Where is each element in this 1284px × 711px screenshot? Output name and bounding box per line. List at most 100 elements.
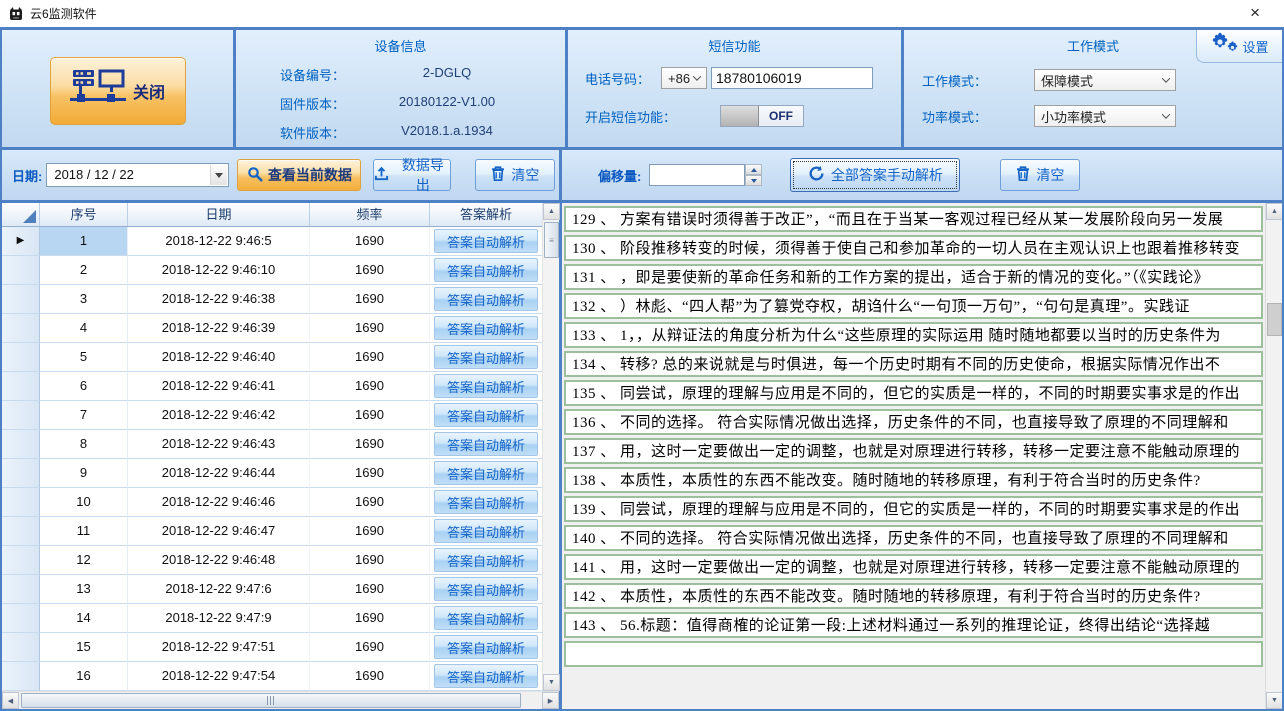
title-bar[interactable]: 云6监测软件 × <box>0 0 1284 27</box>
row-selector[interactable] <box>2 488 40 517</box>
work-mode-select[interactable]: 保障模式 <box>1034 69 1176 91</box>
cell-seq[interactable]: 9 <box>40 459 128 488</box>
country-code-select[interactable]: +86 <box>661 67 707 89</box>
cell-date[interactable]: 2018-12-22 9:47:51 <box>128 633 310 662</box>
scrollbar-thumb[interactable]: ≡ <box>544 222 559 258</box>
cell-seq[interactable]: 13 <box>40 575 128 604</box>
scrollbar-thumb[interactable] <box>1267 303 1282 336</box>
header-freq[interactable]: 频率 <box>310 203 430 226</box>
auto-parse-button[interactable]: 答案自动解析 <box>434 577 538 601</box>
cell-date[interactable]: 2018-12-22 9:46:41 <box>128 372 310 401</box>
row-selector[interactable] <box>2 662 40 691</box>
cell-freq[interactable]: 1690 <box>310 285 430 314</box>
network-close-button[interactable]: 关闭 <box>50 57 186 125</box>
cell-date[interactable]: 2018-12-22 9:47:6 <box>128 575 310 604</box>
cell-freq[interactable]: 1690 <box>310 488 430 517</box>
row-selector[interactable] <box>2 517 40 546</box>
scroll-up-icon[interactable]: ▲ <box>543 203 560 220</box>
row-selector[interactable] <box>2 546 40 575</box>
close-icon[interactable]: × <box>1250 2 1260 24</box>
cell-date[interactable]: 2018-12-22 9:46:46 <box>128 488 310 517</box>
auto-parse-button[interactable]: 答案自动解析 <box>434 635 538 659</box>
auto-parse-button[interactable]: 答案自动解析 <box>434 287 538 311</box>
cell-freq[interactable]: 1690 <box>310 227 430 256</box>
cell-seq[interactable]: 4 <box>40 314 128 343</box>
phone-number-input[interactable] <box>711 67 873 89</box>
cell-seq[interactable]: 3 <box>40 285 128 314</box>
cell-date[interactable]: 2018-12-22 9:46:5 <box>128 227 310 256</box>
power-mode-select[interactable]: 小功率模式 <box>1034 105 1176 127</box>
view-current-data-button[interactable]: 查看当前数据 <box>237 159 361 191</box>
table-vertical-scrollbar[interactable]: ▲ ≡ ▼ <box>542 203 559 691</box>
cell-date[interactable]: 2018-12-22 9:46:10 <box>128 256 310 285</box>
spinner-up-button[interactable] <box>745 164 762 175</box>
settings-button[interactable]: 设置 <box>1196 30 1282 63</box>
scroll-up-icon[interactable]: ▲ <box>1266 203 1282 220</box>
auto-parse-button[interactable]: 答案自动解析 <box>434 606 538 630</box>
auto-parse-button[interactable]: 答案自动解析 <box>434 490 538 514</box>
auto-parse-button[interactable]: 答案自动解析 <box>434 258 538 282</box>
scrollbar-thumb[interactable] <box>21 693 521 708</box>
cell-seq[interactable]: 15 <box>40 633 128 662</box>
cell-seq[interactable]: 7 <box>40 401 128 430</box>
row-selector[interactable] <box>2 633 40 662</box>
cell-freq[interactable]: 1690 <box>310 314 430 343</box>
cell-freq[interactable]: 1690 <box>310 575 430 604</box>
cell-seq[interactable]: 14 <box>40 604 128 633</box>
auto-parse-button[interactable]: 答案自动解析 <box>434 664 538 688</box>
cell-freq[interactable]: 1690 <box>310 546 430 575</box>
cell-freq[interactable]: 1690 <box>310 430 430 459</box>
scroll-down-icon[interactable]: ▼ <box>543 674 560 691</box>
table-horizontal-scrollbar[interactable]: ◀ ▶ <box>2 691 559 709</box>
cell-freq[interactable]: 1690 <box>310 633 430 662</box>
row-selector[interactable] <box>2 372 40 401</box>
auto-parse-button[interactable]: 答案自动解析 <box>434 374 538 398</box>
cell-freq[interactable]: 1690 <box>310 401 430 430</box>
row-selector[interactable] <box>2 343 40 372</box>
date-picker[interactable]: 2018 / 12 / 22 <box>46 163 229 187</box>
auto-parse-button[interactable]: 答案自动解析 <box>434 519 538 543</box>
cell-date[interactable]: 2018-12-22 9:46:39 <box>128 314 310 343</box>
row-selector[interactable] <box>2 604 40 633</box>
clear-table-button[interactable]: 清空 <box>475 159 555 191</box>
auto-parse-button[interactable]: 答案自动解析 <box>434 432 538 456</box>
auto-parse-button[interactable]: 答案自动解析 <box>434 461 538 485</box>
cell-freq[interactable]: 1690 <box>310 517 430 546</box>
parse-all-answers-button[interactable]: 全部答案手动解析 <box>790 158 960 192</box>
cell-seq[interactable]: 16 <box>40 662 128 691</box>
row-selector[interactable] <box>2 430 40 459</box>
export-data-button[interactable]: 数据导出 <box>373 159 451 191</box>
toggle-knob[interactable] <box>721 106 759 126</box>
cell-freq[interactable]: 1690 <box>310 343 430 372</box>
row-selector[interactable] <box>2 575 40 604</box>
cell-seq[interactable]: 8 <box>40 430 128 459</box>
cell-freq[interactable]: 1690 <box>310 604 430 633</box>
row-selector[interactable] <box>2 459 40 488</box>
answers-vertical-scrollbar[interactable]: ▲ ▼ <box>1265 203 1282 709</box>
auto-parse-button[interactable]: 答案自动解析 <box>434 548 538 572</box>
auto-parse-button[interactable]: 答案自动解析 <box>434 403 538 427</box>
cell-freq[interactable]: 1690 <box>310 662 430 691</box>
cell-date[interactable]: 2018-12-22 9:46:38 <box>128 285 310 314</box>
cell-seq[interactable]: 10 <box>40 488 128 517</box>
scroll-down-icon[interactable]: ▼ <box>1266 692 1282 709</box>
cell-date[interactable]: 2018-12-22 9:46:48 <box>128 546 310 575</box>
cell-date[interactable]: 2018-12-22 9:46:42 <box>128 401 310 430</box>
cell-seq[interactable]: 11 <box>40 517 128 546</box>
auto-parse-button[interactable]: 答案自动解析 <box>434 345 538 369</box>
cell-date[interactable]: 2018-12-22 9:46:43 <box>128 430 310 459</box>
cell-seq[interactable]: 5 <box>40 343 128 372</box>
sms-toggle[interactable]: OFF <box>720 105 804 127</box>
header-seq[interactable]: 序号 <box>40 203 128 226</box>
row-selector[interactable]: ▶ <box>2 227 40 256</box>
cell-seq[interactable]: 6 <box>40 372 128 401</box>
cell-freq[interactable]: 1690 <box>310 459 430 488</box>
auto-parse-button[interactable]: 答案自动解析 <box>434 316 538 340</box>
cell-date[interactable]: 2018-12-22 9:46:40 <box>128 343 310 372</box>
cell-date[interactable]: 2018-12-22 9:47:54 <box>128 662 310 691</box>
date-dropdown-button[interactable] <box>210 165 227 185</box>
row-selector[interactable] <box>2 256 40 285</box>
scroll-left-icon[interactable]: ◀ <box>2 692 19 709</box>
header-parse[interactable]: 答案解析 <box>430 203 542 226</box>
cell-seq[interactable]: 12 <box>40 546 128 575</box>
